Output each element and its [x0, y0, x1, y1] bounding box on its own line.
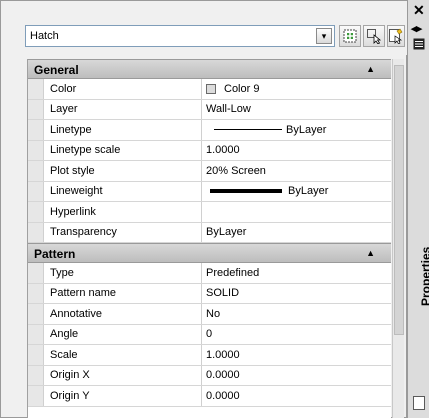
color-swatch-icon: [206, 83, 216, 94]
palette-title-bar[interactable]: ✕ ◂▸ Properties: [407, 0, 429, 418]
section-general[interactable]: General ▲: [28, 59, 391, 79]
select-objects-button[interactable]: [363, 25, 385, 47]
toggle-pickadd-button[interactable]: [339, 25, 361, 47]
property-value[interactable]: 1.0000: [202, 140, 391, 160]
linetype-preview-icon: [214, 129, 282, 131]
property-row-transparency[interactable]: Transparency ByLayer: [28, 222, 391, 243]
palette-toolbar: Hatch ▾: [1, 1, 407, 55]
property-value[interactable]: ByLayer: [202, 120, 391, 140]
property-name: Hyperlink: [44, 202, 202, 222]
property-value[interactable]: [202, 202, 391, 222]
close-icon[interactable]: ✕: [413, 2, 425, 19]
property-row-angle[interactable]: Angle 0: [28, 324, 391, 345]
property-row-origin-x[interactable]: Origin X 0.0000: [28, 365, 391, 386]
property-value[interactable]: Wall-Low: [202, 99, 391, 119]
property-name: Lineweight: [44, 181, 202, 201]
property-name: Type: [44, 263, 202, 283]
property-name: Origin Y: [44, 386, 202, 406]
object-type-value: Hatch: [30, 30, 59, 42]
collapse-icon[interactable]: ▲: [366, 64, 375, 74]
property-row-pattern-name[interactable]: Pattern name SOLID: [28, 283, 391, 304]
property-value[interactable]: 1.0000: [202, 345, 391, 365]
select-objects-icon: [367, 29, 382, 44]
property-name: Angle: [44, 324, 202, 344]
property-value[interactable]: Color 9: [202, 79, 391, 99]
vertical-scrollbar[interactable]: [392, 59, 404, 418]
collapse-icon[interactable]: ▲: [366, 248, 375, 258]
property-row-annotative[interactable]: Annotative No: [28, 304, 391, 325]
property-value[interactable]: 0.0000: [202, 365, 391, 385]
property-value[interactable]: Predefined: [202, 263, 391, 283]
properties-palette: Hatch ▾ General ▲ Color Color 9 Layer Wa…: [0, 0, 407, 418]
chevron-down-icon[interactable]: ▾: [316, 28, 332, 44]
property-row-layer[interactable]: Layer Wall-Low: [28, 99, 391, 120]
section-title: Pattern: [34, 247, 76, 261]
lineweight-preview-icon: [210, 189, 282, 194]
property-value[interactable]: ByLayer: [202, 222, 391, 242]
quick-select-button[interactable]: [387, 25, 405, 47]
property-row-lineweight[interactable]: Lineweight ByLayer: [28, 181, 391, 202]
property-value[interactable]: SOLID: [202, 283, 391, 303]
property-row-linetype-scale[interactable]: Linetype scale 1.0000: [28, 140, 391, 161]
property-name: Color: [44, 79, 202, 99]
property-row-plot-style[interactable]: Plot style 20% Screen: [28, 161, 391, 182]
property-row-origin-y[interactable]: Origin Y 0.0000: [28, 386, 391, 407]
property-value[interactable]: 0: [202, 324, 391, 344]
object-type-dropdown[interactable]: Hatch ▾: [25, 25, 335, 47]
palette-options-icon[interactable]: [413, 396, 425, 410]
palette-title: Properties: [419, 246, 429, 306]
property-row-type[interactable]: Type Predefined: [28, 263, 391, 284]
property-value[interactable]: 20% Screen: [202, 161, 391, 181]
property-value[interactable]: ByLayer: [202, 181, 391, 201]
property-name: Pattern name: [44, 283, 202, 303]
scrollbar-thumb[interactable]: [394, 65, 404, 335]
property-row-scale[interactable]: Scale 1.0000: [28, 345, 391, 366]
toggle-pickadd-icon: [343, 29, 357, 43]
property-row-color[interactable]: Color Color 9: [28, 79, 391, 100]
property-name: Layer: [44, 99, 202, 119]
property-name: Transparency: [44, 222, 202, 242]
property-name: Annotative: [44, 304, 202, 324]
property-grid: General ▲ Color Color 9 Layer Wall-Low L…: [27, 59, 391, 418]
property-row-linetype[interactable]: Linetype ByLayer: [28, 120, 391, 141]
property-name: Plot style: [44, 161, 202, 181]
property-row-hyperlink[interactable]: Hyperlink: [28, 202, 391, 223]
section-pattern[interactable]: Pattern ▲: [28, 243, 391, 263]
quick-select-icon: [389, 28, 403, 44]
autohide-icon[interactable]: ◂▸: [411, 22, 422, 35]
properties-menu-icon[interactable]: [413, 38, 425, 50]
section-title: General: [34, 63, 79, 77]
property-value[interactable]: 0.0000: [202, 386, 391, 406]
property-name: Linetype: [44, 120, 202, 140]
property-name: Origin X: [44, 365, 202, 385]
property-name: Linetype scale: [44, 140, 202, 160]
property-name: Scale: [44, 345, 202, 365]
property-value[interactable]: No: [202, 304, 391, 324]
